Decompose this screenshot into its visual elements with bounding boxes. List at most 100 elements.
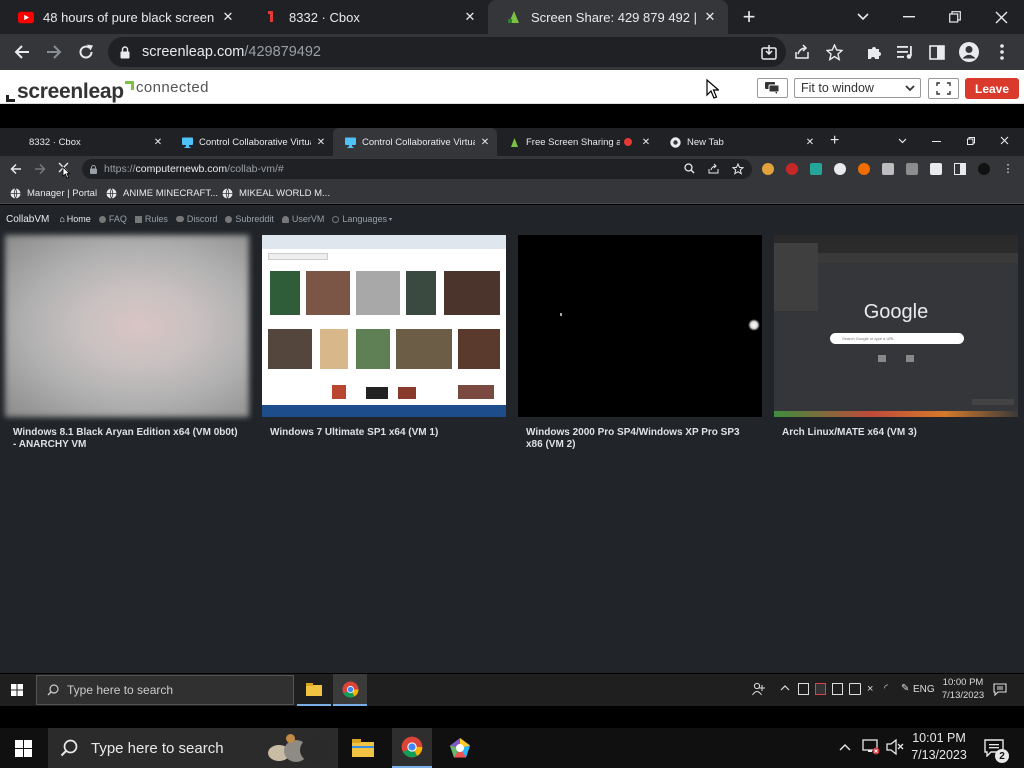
nav-faq[interactable]: FAQ: [98, 214, 127, 224]
ghost-extension-icon[interactable]: [834, 163, 846, 175]
close-icon[interactable]: ✕: [804, 137, 816, 148]
extensions-puzzle-icon[interactable]: [858, 34, 890, 70]
chrome-taskbar-button[interactable]: [392, 728, 432, 768]
shared-remote-screen[interactable]: 8332 · Cbox ✕ Control Collaborative Virt…: [0, 104, 1024, 728]
network-disconnected-icon[interactable]: [862, 739, 880, 755]
close-icon[interactable]: ✕: [702, 9, 718, 25]
restore-icon[interactable]: [967, 137, 975, 145]
lock-icon[interactable]: [108, 45, 142, 59]
reload-icon[interactable]: [70, 34, 102, 70]
extensions-puzzle-icon[interactable]: [930, 163, 942, 175]
side-panel-icon[interactable]: [921, 34, 953, 70]
outer-tab-screenleap[interactable]: Screen Share: 429 879 492 | Scre ✕: [488, 0, 728, 34]
outer-tab-youtube[interactable]: 48 hours of pure black screen in | ✕: [0, 0, 246, 34]
gray-extension-icon[interactable]: [906, 163, 918, 175]
outer-clock[interactable]: 10:01 PM 7/13/2023: [907, 730, 971, 764]
window-close-icon[interactable]: [978, 0, 1024, 34]
inner-address-bar[interactable]: https://computernewb.com/collab-vm/#: [82, 159, 752, 179]
side-panel-icon[interactable]: [954, 163, 966, 175]
nav-discord[interactable]: Discord: [175, 214, 217, 224]
vm-thumbnail-arch[interactable]: Google Search Google or type a URL: [774, 235, 1018, 417]
inner-tab-collabvm-2[interactable]: Control Collaborative Virtual ✕: [333, 128, 497, 156]
tray-security-icon[interactable]: [815, 683, 826, 695]
tab-search-chevron-icon[interactable]: [898, 138, 907, 144]
minimize-icon[interactable]: [932, 141, 941, 143]
notification-icon[interactable]: [993, 683, 1007, 696]
windows-start-icon[interactable]: [11, 684, 23, 696]
tray-display-icon[interactable]: [832, 683, 843, 695]
vm-card-2[interactable]: Windows 2000 Pro SP4/Windows XP Pro SP3 …: [518, 235, 762, 450]
file-explorer-taskbar-button[interactable]: [297, 674, 331, 706]
inner-tab-collabvm-1[interactable]: Control Collaborative Virtual ✕: [170, 128, 333, 156]
fit-to-window-select[interactable]: Fit to window: [794, 78, 921, 98]
inner-tab-screenleap[interactable]: Free Screen Sharing and ✕: [497, 128, 658, 156]
volume-muted-icon[interactable]: [886, 739, 904, 755]
vm-card-0[interactable]: Windows 8.1 Black Aryan Edition x64 (VM …: [5, 235, 249, 450]
forward-arrow-icon[interactable]: [34, 163, 46, 175]
chrome-menu-icon[interactable]: [986, 34, 1018, 70]
fox-extension-icon[interactable]: [858, 163, 870, 175]
back-arrow-icon[interactable]: [10, 163, 22, 175]
share-icon[interactable]: [708, 163, 719, 174]
window-close-icon[interactable]: [1000, 136, 1009, 145]
vm-thumbnail-win7[interactable]: [262, 235, 506, 417]
zoom-search-icon[interactable]: [684, 163, 695, 174]
pen-icon[interactable]: ✎: [901, 683, 912, 695]
restore-icon[interactable]: [932, 0, 978, 34]
tab-search-chevron-icon[interactable]: [840, 0, 886, 34]
forward-arrow-icon[interactable]: [38, 34, 70, 70]
chrome-taskbar-button[interactable]: [333, 674, 367, 706]
vm-card-1[interactable]: Windows 7 Ultimate SP1 x64 (VM 1): [262, 235, 506, 439]
bookmark-mikeal-world[interactable]: MIKEAL WORLD M...: [222, 186, 330, 200]
nav-rules[interactable]: Rules: [134, 214, 168, 224]
tray-chevron-up-icon[interactable]: [780, 685, 790, 691]
list-extension-icon[interactable]: [882, 163, 894, 175]
tray-chevron-up-icon[interactable]: [839, 743, 851, 751]
bookmark-anime-minecraft[interactable]: ANIME MINECRAFT...: [106, 186, 218, 200]
network-icon[interactable]: ◜: [884, 683, 895, 695]
profile-avatar-icon[interactable]: [953, 34, 985, 70]
bookmark-manager-portal[interactable]: Manager | Portal: [10, 186, 97, 200]
minimize-icon[interactable]: [886, 0, 932, 34]
vm-card-3[interactable]: Google Search Google or type a URL Arch …: [774, 235, 1018, 439]
language-indicator[interactable]: ENG: [913, 684, 935, 695]
nav-subreddit[interactable]: Subreddit: [225, 214, 274, 224]
outer-address-bar[interactable]: screenleap.com/429879492: [108, 37, 786, 67]
people-icon[interactable]: [752, 682, 766, 696]
vm-thumbnail-blurred[interactable]: [5, 235, 249, 417]
colorful-app-taskbar-button[interactable]: [440, 728, 480, 768]
windows-start-icon[interactable]: [15, 740, 32, 757]
cookie-extension-icon[interactable]: [762, 163, 774, 175]
bookmark-star-icon[interactable]: [732, 163, 744, 175]
leave-button[interactable]: Leave: [965, 78, 1019, 99]
volume-muted-icon[interactable]: ×: [867, 683, 878, 695]
new-tab-plus-icon[interactable]: +: [830, 132, 839, 150]
inner-clock[interactable]: 10:00 PM 7/13/2023: [938, 676, 988, 702]
close-icon[interactable]: ✕: [462, 9, 478, 25]
nav-languages[interactable]: Languages ▾: [332, 214, 392, 224]
chrome-menu-icon[interactable]: ⋮: [1002, 163, 1014, 175]
close-icon[interactable]: ✕: [640, 137, 652, 148]
inner-tab-new-tab[interactable]: New Tab ✕: [658, 128, 822, 156]
action-center-button[interactable]: 2: [982, 736, 1009, 763]
share-icon[interactable]: [786, 34, 818, 70]
back-arrow-icon[interactable]: [6, 34, 38, 70]
ublock-extension-icon[interactable]: [786, 163, 798, 175]
inner-tab-cbox[interactable]: 8332 · Cbox ✕: [0, 128, 170, 156]
close-icon[interactable]: ✕: [152, 137, 164, 148]
profile-avatar-icon[interactable]: [978, 163, 990, 175]
media-queue-icon[interactable]: [889, 34, 921, 70]
vm-thumbnail-black[interactable]: [518, 235, 762, 417]
battery-icon[interactable]: [849, 683, 861, 695]
bookmark-star-icon[interactable]: [818, 34, 850, 70]
close-icon[interactable]: ✕: [479, 137, 491, 148]
nav-home[interactable]: ⌂ Home: [59, 214, 90, 224]
outer-search-box[interactable]: Type here to search: [48, 728, 338, 768]
tray-device-icon[interactable]: [798, 683, 809, 695]
fullscreen-button[interactable]: [928, 78, 959, 99]
stylus-extension-icon[interactable]: [810, 163, 822, 175]
close-icon[interactable]: ✕: [220, 9, 236, 25]
new-tab-plus-icon[interactable]: +: [726, 0, 772, 34]
inner-search-box[interactable]: Type here to search: [36, 675, 294, 705]
file-explorer-taskbar-button[interactable]: [344, 728, 382, 768]
